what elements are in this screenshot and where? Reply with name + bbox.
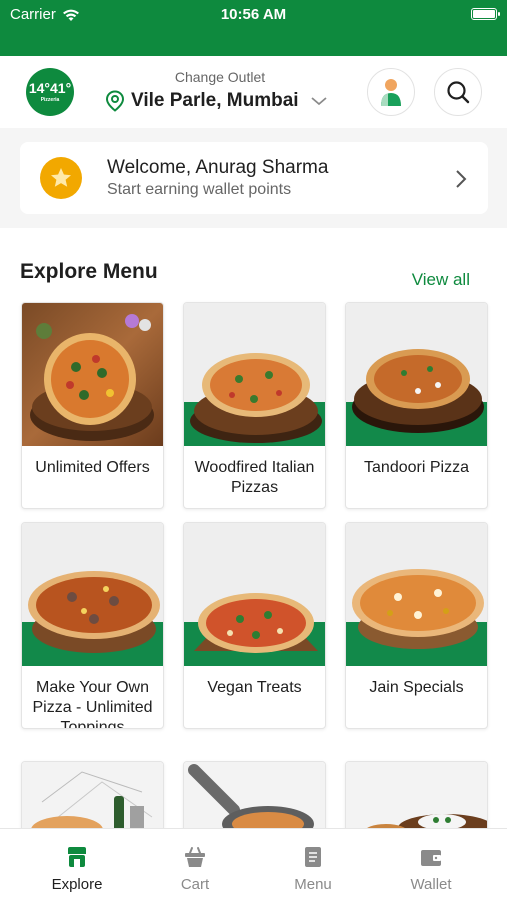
card-image: [184, 523, 325, 666]
wallet-icon: [421, 850, 441, 866]
tab-explore[interactable]: Explore: [14, 829, 140, 900]
outlet-selector[interactable]: Vile Parle, Mumbai: [105, 90, 329, 112]
profile-icon: [381, 79, 401, 106]
tab-wallet[interactable]: Wallet: [368, 829, 494, 900]
search-icon: [447, 81, 470, 104]
welcome-card[interactable]: Welcome, Anurag Sharma Start earning wal…: [20, 142, 488, 214]
tab-label: Cart: [180, 876, 210, 893]
app-header: 14°41° Pizzeria Change Outlet Vile Parle…: [0, 56, 507, 128]
welcome-subtitle: Start earning wallet points: [107, 181, 292, 198]
menu-card-jain-specials[interactable]: Jain Specials: [345, 522, 488, 729]
card-image: [22, 303, 163, 446]
tab-menu[interactable]: Menu: [250, 829, 376, 900]
chevron-right-icon: [456, 170, 467, 188]
bottom-tab-bar: Explore Cart Menu Wallet: [0, 828, 507, 900]
card-label: Woodfired Italian Pizzas: [194, 459, 315, 496]
menu-card-make-your-own-pizza[interactable]: Make Your Own Pizza - Unlimited Toppings: [21, 522, 164, 729]
menu-card-tandoori-pizza[interactable]: Tandoori Pizza: [345, 302, 488, 509]
logo-text: 14°41°: [28, 79, 72, 96]
card-image: [346, 303, 487, 446]
battery-level: [473, 10, 495, 18]
cart-icon: [185, 847, 205, 867]
menu-book-icon: [305, 847, 321, 867]
star-icon: [40, 157, 82, 199]
menu-card-unlimited-offers[interactable]: Unlimited Offers: [21, 302, 164, 509]
battery-icon: [471, 8, 500, 20]
logo-subtext: Pizzeria: [40, 96, 60, 103]
card-image: [346, 523, 487, 666]
tab-label: Explore: [51, 876, 103, 893]
welcome-title: Welcome, Anurag Sharma: [107, 157, 329, 178]
menu-card-woodfired-italian-pizzas[interactable]: Woodfired Italian Pizzas: [183, 302, 326, 509]
card-label: Vegan Treats: [207, 679, 302, 696]
tab-label: Menu: [294, 876, 332, 893]
section-title: Explore Menu: [20, 260, 158, 283]
brand-logo[interactable]: 14°41° Pizzeria: [26, 68, 74, 116]
card-label: Jain Specials: [369, 679, 464, 696]
outlet-name: Vile Parle, Mumbai: [131, 90, 299, 111]
tab-label: Wallet: [410, 876, 452, 893]
explore-menu-section: Explore Menu View all Unlimited Offers W…: [0, 228, 507, 841]
card-label: Tandoori Pizza: [364, 459, 469, 476]
store-icon: [68, 847, 86, 867]
view-all-link[interactable]: View all: [412, 270, 470, 290]
change-outlet-label[interactable]: Change Outlet: [120, 69, 320, 85]
menu-card-vegan-treats[interactable]: Vegan Treats: [183, 522, 326, 729]
card-label: Make Your Own Pizza - Unlimited Toppings: [32, 679, 153, 729]
tab-cart[interactable]: Cart: [132, 829, 258, 900]
status-time: 10:56 AM: [220, 6, 287, 23]
card-image: [184, 303, 325, 446]
card-label: Unlimited Offers: [35, 459, 150, 476]
location-pin-icon: [105, 90, 125, 112]
status-bar: Carrier 10:56 AM: [0, 0, 507, 56]
search-button[interactable]: [434, 68, 482, 116]
card-image: [22, 523, 163, 666]
profile-button[interactable]: [367, 68, 415, 116]
chevron-down-icon: [310, 97, 327, 106]
